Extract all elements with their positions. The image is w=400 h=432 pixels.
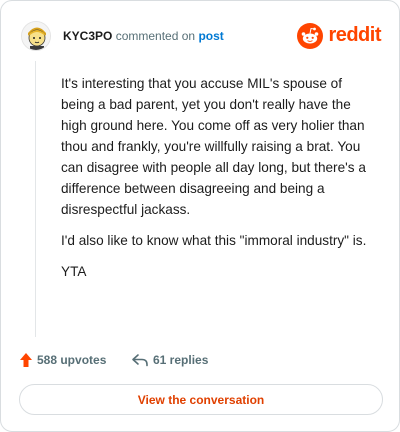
action-text: commented on bbox=[115, 29, 196, 43]
upvote-arrow-icon bbox=[20, 353, 32, 367]
upvotes-count: 588 upvotes bbox=[37, 353, 107, 367]
comment-paragraph: YTA bbox=[61, 264, 87, 279]
reddit-logo-icon bbox=[297, 23, 323, 49]
avatar[interactable] bbox=[21, 21, 51, 51]
comment-embed-card: KYC3PO commented on post reddit It's int… bbox=[0, 0, 400, 432]
comment-header: KYC3PO commented on post reddit bbox=[21, 21, 381, 51]
comment-stats: 588 upvotes 61 replies bbox=[19, 350, 379, 370]
comment-paragraph: I'd also like to know what this "immoral… bbox=[61, 233, 367, 248]
thread-line bbox=[35, 61, 36, 337]
replies-count: 61 replies bbox=[153, 353, 209, 367]
avatar-image bbox=[22, 22, 50, 50]
reply-arrow-icon bbox=[132, 354, 148, 367]
replies-stat[interactable]: 61 replies bbox=[131, 350, 208, 370]
author-name[interactable]: KYC3PO bbox=[63, 29, 112, 43]
comment-meta: KYC3PO commented on post bbox=[63, 29, 224, 43]
upvotes-stat[interactable]: 588 upvotes bbox=[19, 350, 106, 370]
comment-body: It's interesting that you accuse MIL's s… bbox=[61, 73, 379, 292]
comment-paragraph: It's interesting that you accuse MIL's s… bbox=[61, 76, 366, 217]
reddit-brand[interactable]: reddit bbox=[291, 21, 381, 51]
view-conversation-button[interactable]: View the conversation bbox=[19, 384, 383, 415]
reddit-wordmark: reddit bbox=[328, 24, 381, 46]
post-link[interactable]: post bbox=[198, 29, 223, 43]
